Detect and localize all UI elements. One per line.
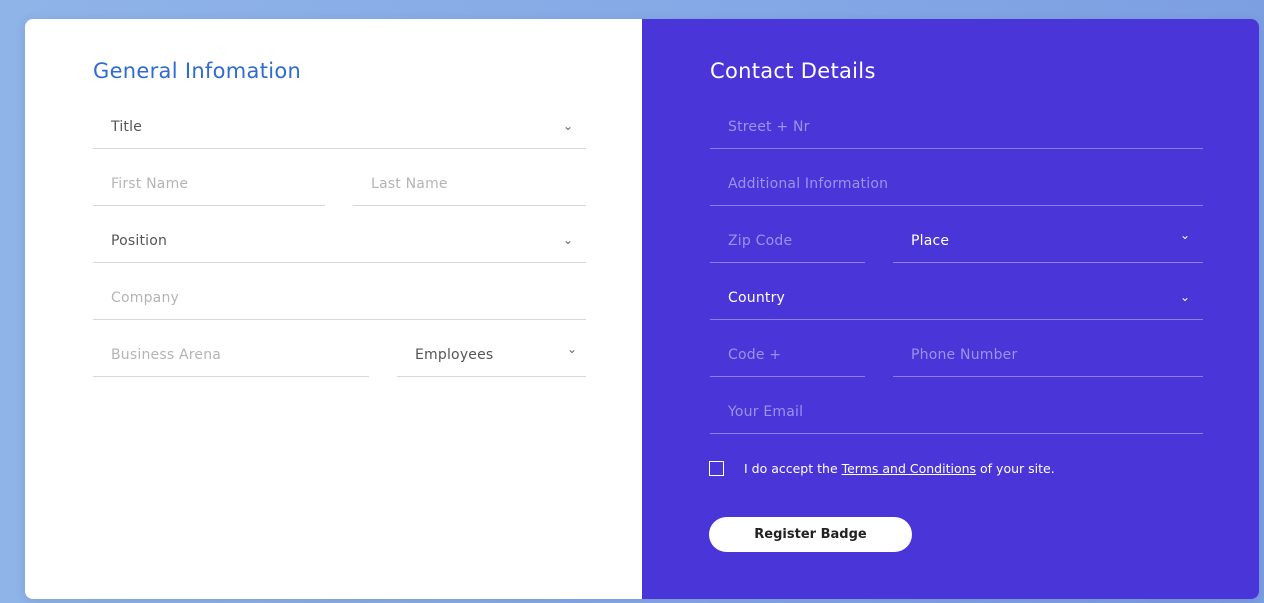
- position-select[interactable]: Position ⌄: [93, 227, 586, 263]
- contact-details-heading: Contact Details: [710, 59, 876, 83]
- last-name-placeholder: Last Name: [371, 176, 448, 192]
- phone-number-input[interactable]: Phone Number: [893, 341, 1203, 377]
- title-select-value: Title: [111, 119, 143, 135]
- additional-information-input[interactable]: Additional Information: [710, 170, 1203, 206]
- phone-number-placeholder: Phone Number: [911, 347, 1018, 363]
- position-select-value: Position: [111, 233, 168, 249]
- zip-code-placeholder: Zip Code: [728, 233, 793, 249]
- first-name-placeholder: First Name: [111, 176, 189, 192]
- employees-select-value: Employees: [415, 347, 494, 363]
- company-placeholder: Company: [111, 290, 180, 306]
- business-arena-placeholder: Business Arena: [111, 347, 222, 363]
- contact-details-panel: Contact Details Street + Nr Additional I…: [642, 19, 1259, 599]
- country-select[interactable]: Country ⌄: [710, 284, 1203, 320]
- email-placeholder: Your Email: [728, 404, 804, 420]
- street-input[interactable]: Street + Nr: [710, 113, 1203, 149]
- terms-text-suffix: of your site.: [976, 461, 1055, 476]
- registration-card: General Infomation Title ⌄ First Name La…: [25, 19, 1259, 599]
- email-input[interactable]: Your Email: [710, 398, 1203, 434]
- terms-and-conditions-link[interactable]: Terms and Conditions: [842, 461, 976, 476]
- place-select-value: Place: [911, 233, 950, 249]
- zip-code-input[interactable]: Zip Code: [710, 227, 865, 263]
- company-input[interactable]: Company: [93, 284, 586, 320]
- chevron-down-icon: ⌄: [1179, 228, 1190, 242]
- terms-text-prefix: I do accept the: [744, 461, 842, 476]
- business-arena-input[interactable]: Business Arena: [93, 341, 369, 377]
- phone-code-input[interactable]: Code +: [710, 341, 865, 377]
- first-name-input[interactable]: First Name: [93, 170, 325, 206]
- chevron-down-icon: ⌄: [562, 119, 573, 133]
- general-information-heading: General Infomation: [93, 59, 302, 83]
- place-select[interactable]: Place ⌄: [893, 227, 1203, 263]
- additional-information-placeholder: Additional Information: [728, 176, 889, 192]
- last-name-input[interactable]: Last Name: [353, 170, 586, 206]
- employees-select[interactable]: Employees ⌄: [397, 341, 586, 377]
- chevron-down-icon: ⌄: [1179, 290, 1190, 304]
- country-select-value: Country: [728, 290, 786, 306]
- chevron-down-icon: ⌄: [566, 342, 577, 356]
- street-placeholder: Street + Nr: [728, 119, 810, 135]
- general-information-panel: General Infomation Title ⌄ First Name La…: [25, 19, 642, 599]
- terms-acceptance: I do accept the Terms and Conditions of …: [709, 461, 1055, 476]
- phone-code-placeholder: Code +: [728, 347, 782, 363]
- title-select[interactable]: Title ⌄: [93, 113, 586, 149]
- terms-checkbox[interactable]: [709, 461, 724, 476]
- chevron-down-icon: ⌄: [562, 233, 573, 247]
- register-badge-button[interactable]: Register Badge: [709, 517, 912, 552]
